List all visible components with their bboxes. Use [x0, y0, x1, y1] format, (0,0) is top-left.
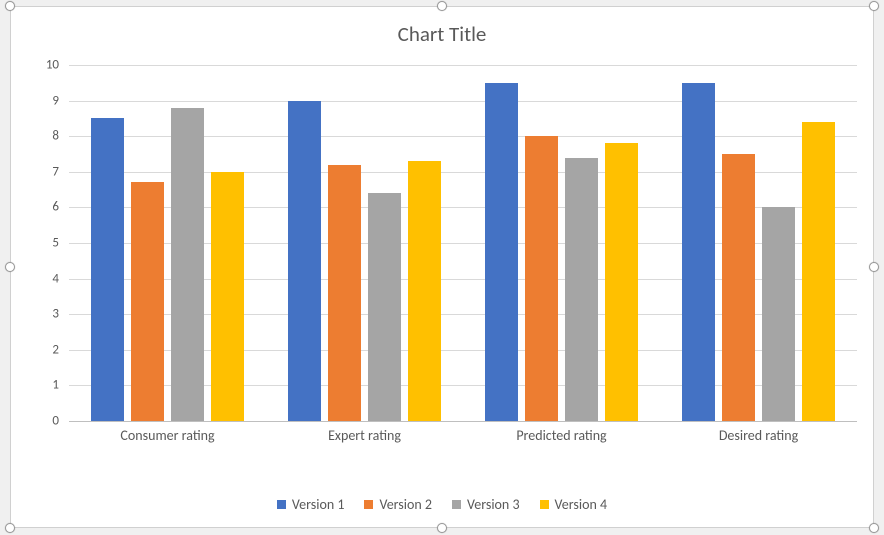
- category-label: Desired rating: [660, 427, 857, 444]
- bar[interactable]: [565, 158, 598, 421]
- category-label: Consumer rating: [69, 427, 266, 444]
- plot-area: 012345678910 Consumer ratingExpert ratin…: [31, 65, 859, 455]
- resize-handle-middle-left[interactable]: [5, 262, 15, 272]
- resize-handle-bottom-right[interactable]: [869, 523, 879, 533]
- resize-handle-bottom-left[interactable]: [5, 523, 15, 533]
- legend: Version 1 Version 2 Version 3 Version 4: [11, 495, 873, 513]
- bar[interactable]: [368, 193, 401, 421]
- legend-item[interactable]: Version 3: [452, 495, 520, 513]
- y-tick-label: 3: [31, 307, 59, 322]
- resize-handle-top-right[interactable]: [869, 1, 879, 11]
- bar[interactable]: [762, 207, 795, 421]
- gridline: [69, 421, 857, 422]
- chart-container[interactable]: Chart Title 0 1 2 3 4 5 6 7 8 9 10 Consumer rating…: [10, 6, 874, 528]
- y-tick-label: 7: [31, 164, 59, 179]
- bar[interactable]: [211, 172, 244, 421]
- category-label: Predicted rating: [463, 427, 660, 444]
- resize-handle-bottom-middle[interactable]: [437, 523, 447, 533]
- bar[interactable]: [605, 143, 638, 421]
- bar[interactable]: [91, 118, 124, 421]
- legend-label: Version 3: [467, 496, 520, 513]
- legend-swatch: [277, 500, 286, 509]
- y-tick-label: 8: [31, 129, 59, 144]
- resize-handle-middle-right[interactable]: [869, 262, 879, 272]
- y-tick-label: 1: [31, 378, 59, 393]
- y-tick-label: 0: [31, 414, 59, 429]
- resize-handle-top-middle[interactable]: [437, 1, 447, 11]
- bar[interactable]: [682, 83, 715, 421]
- bar[interactable]: [171, 108, 204, 421]
- y-tick-label: 9: [31, 93, 59, 108]
- bar[interactable]: [131, 182, 164, 421]
- y-tick-label: 6: [31, 200, 59, 215]
- bar[interactable]: [525, 136, 558, 421]
- bar[interactable]: [485, 83, 518, 421]
- legend-item[interactable]: Version 4: [540, 495, 608, 513]
- bar[interactable]: [408, 161, 441, 421]
- y-axis: 012345678910: [31, 65, 65, 421]
- y-tick-label: 5: [31, 236, 59, 251]
- legend-swatch: [364, 500, 373, 509]
- bar[interactable]: [288, 101, 321, 421]
- legend-label: Version 1: [292, 496, 345, 513]
- legend-label: Version 2: [379, 496, 432, 513]
- legend-swatch: [452, 500, 461, 509]
- y-tick-label: 10: [31, 58, 59, 73]
- resize-handle-top-left[interactable]: [5, 1, 15, 11]
- legend-item[interactable]: Version 1: [277, 495, 345, 513]
- legend-swatch: [540, 500, 549, 509]
- bar[interactable]: [802, 122, 835, 421]
- legend-item[interactable]: Version 2: [364, 495, 432, 513]
- bar[interactable]: [328, 165, 361, 421]
- legend-label: Version 4: [555, 496, 608, 513]
- chart-title: Chart Title: [11, 7, 873, 51]
- bar[interactable]: [722, 154, 755, 421]
- category-label: Expert rating: [266, 427, 463, 444]
- y-tick-label: 4: [31, 271, 59, 286]
- y-tick-label: 2: [31, 342, 59, 357]
- bars-layer: [69, 65, 857, 421]
